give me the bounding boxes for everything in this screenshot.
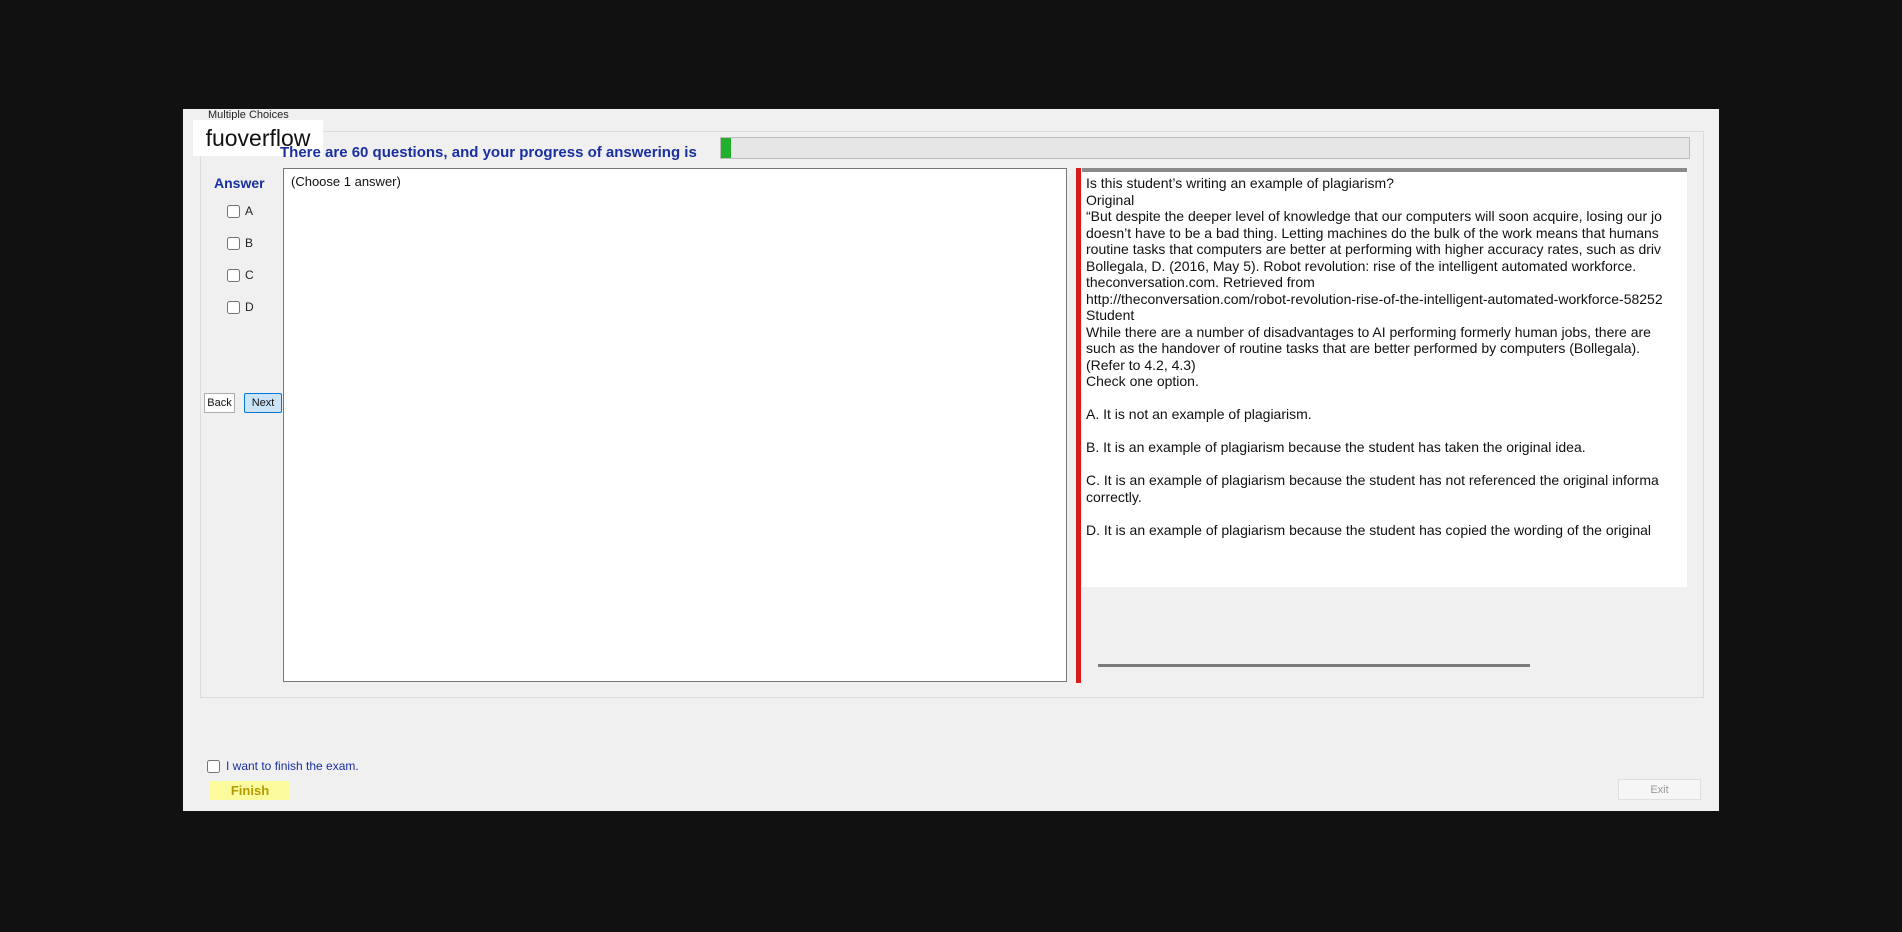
question-line: Bollegala, D. (2016, May 5). Robot revol… [1086,257,1637,274]
window-bottom-edge [183,811,1719,823]
answer-title: Answer [214,175,265,191]
horizontal-scrollbar[interactable] [1098,664,1530,667]
option-d-checkbox[interactable] [227,300,240,314]
progress-fill [721,138,731,158]
progress-bar [720,137,1690,159]
finish-button[interactable]: Finish [210,781,290,800]
progress-label: There are 60 questions, and your progres… [280,144,697,161]
answer-textbox[interactable]: (Choose 1 answer) [283,168,1067,682]
splitter-handle[interactable] [1076,168,1081,683]
question-line: http://theconversation.com/robot-revolut… [1086,290,1663,307]
question-line: B. It is an example of plagiarism becaus… [1086,439,1586,455]
next-button[interactable]: Next [244,393,282,413]
question-line: Student [1086,307,1135,323]
option-c-checkbox[interactable] [227,268,240,282]
option-a[interactable]: A [227,204,253,218]
question-line: C. It is an example of plagiarism becaus… [1086,472,1659,488]
question-line: D. It is an example of plagiarism becaus… [1086,521,1651,538]
option-b-checkbox[interactable] [227,236,240,250]
exit-button[interactable]: Exit [1618,779,1701,800]
question-line: Original [1086,191,1135,208]
option-c[interactable]: C [227,268,254,282]
question-line: (Refer to 4.2, 4.3) [1086,356,1196,373]
finish-confirm-checkbox[interactable] [207,759,220,773]
option-a-checkbox[interactable] [227,204,240,218]
question-line: A. It is not an example of plagiarism. [1086,406,1312,422]
question-line: While there are a number of disadvantage… [1086,323,1651,340]
question-pane: Is this student’s writing an example of … [1082,168,1687,683]
finish-confirm-label: I want to finish the exam. [226,759,359,773]
option-b[interactable]: B [227,236,253,250]
question-line: routine tasks that computers are better … [1086,241,1662,257]
option-a-label: A [245,204,254,218]
option-b-label: B [245,236,254,250]
option-d-label: D [245,300,254,314]
question-line: correctly. [1086,488,1142,505]
back-button[interactable]: Back [204,393,235,413]
question-line: theconversation.com. Retrieved from [1086,274,1315,290]
question-line: “But despite the deeper level of knowled… [1086,208,1662,224]
question-text: Is this student’s writing an example of … [1082,172,1687,587]
option-c-label: C [245,268,254,282]
answer-hint: (Choose 1 answer) [291,174,401,189]
question-line: doesn’t have to be a bad thing. Letting … [1086,224,1659,241]
exam-window: Multiple Choices fuoverflow There are 60… [183,109,1719,822]
question-line: such as the handover of routine tasks th… [1086,340,1641,356]
option-d[interactable]: D [227,300,254,314]
question-line: Check one option. [1086,373,1199,389]
question-line: Is this student’s writing an example of … [1086,175,1394,191]
finish-confirm[interactable]: I want to finish the exam. [207,759,359,773]
